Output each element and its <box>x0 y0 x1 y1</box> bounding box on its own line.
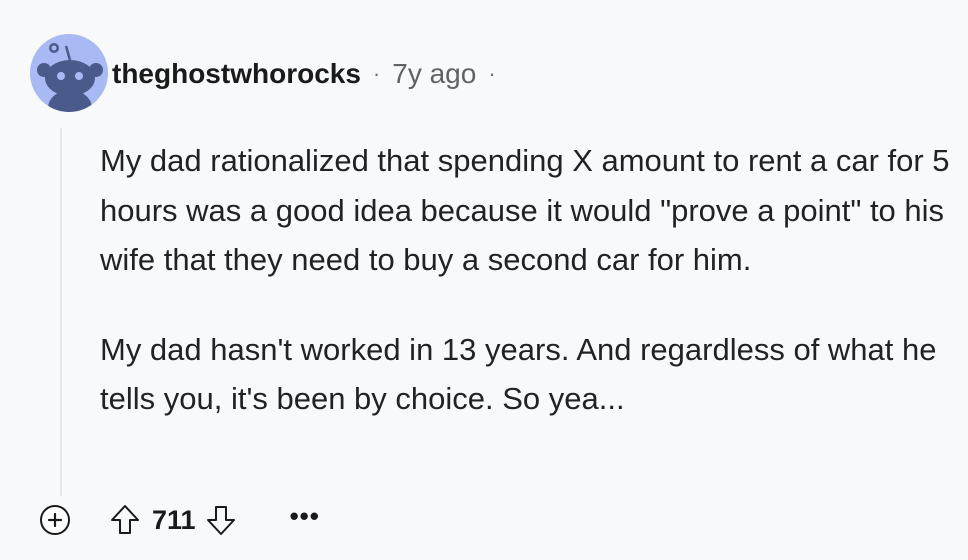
downvote-button[interactable] <box>204 503 238 537</box>
comment-paragraph: My dad hasn't worked in 13 years. And re… <box>100 331 937 417</box>
upvote-arrow-icon <box>111 505 139 534</box>
snoo-icon <box>37 43 103 112</box>
upvote-button[interactable] <box>108 503 142 537</box>
comment-paragraph: My dad rationalized that spending X amou… <box>100 143 950 277</box>
more-options-button[interactable]: ••• <box>290 503 320 529</box>
user-avatar[interactable] <box>30 34 108 112</box>
comment-age: 7y ago <box>392 58 477 89</box>
username-link[interactable]: theghostwhorocks <box>112 58 361 90</box>
thread-line[interactable] <box>60 128 62 496</box>
expand-replies-button[interactable] <box>40 505 70 535</box>
comment-header: theghostwhorocks · 7y ago · <box>112 54 496 94</box>
plus-icon <box>47 512 63 528</box>
separator-dot-trailing: · <box>488 61 496 86</box>
separator-dot: · <box>372 61 381 86</box>
comment-actions: 711 ••• <box>40 500 320 540</box>
downvote-arrow-icon <box>206 506 235 535</box>
comment-body: My dad rationalized that spending X amou… <box>100 136 950 424</box>
vote-score: 711 <box>152 504 196 535</box>
comment: theghostwhorocks · 7y ago · My dad ratio… <box>0 0 968 560</box>
